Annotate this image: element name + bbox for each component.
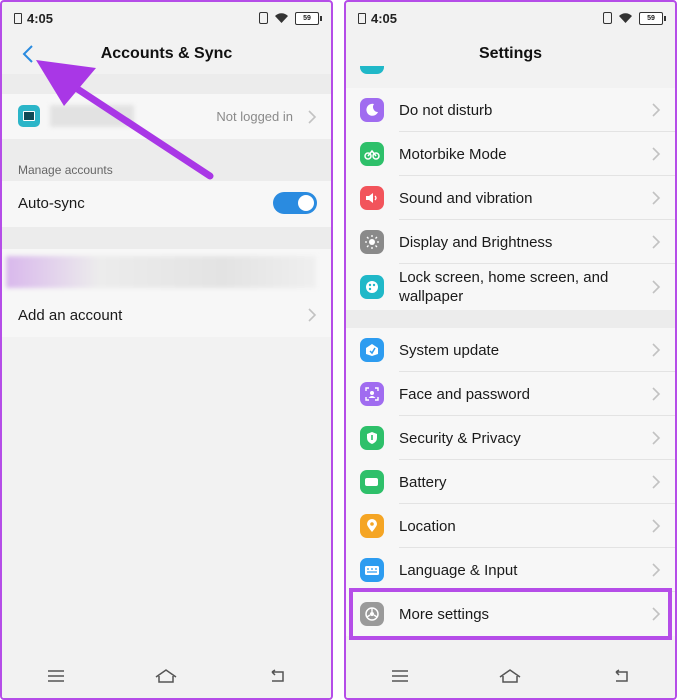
- page-title: Settings: [478, 45, 543, 62]
- settings-item-moon[interactable]: Do not disturb: [346, 88, 675, 132]
- chevron-right-icon: [307, 308, 317, 322]
- settings-item-face-id[interactable]: Face and password: [346, 372, 675, 416]
- partial-list-item: [346, 66, 675, 86]
- chevron-right-icon: [651, 563, 661, 577]
- navigation-bar: [346, 654, 675, 698]
- chevron-right-icon: [651, 280, 661, 294]
- settings-item-keyboard[interactable]: Language & Input: [346, 548, 675, 592]
- palette-icon: [360, 275, 384, 299]
- chevron-right-icon: [651, 191, 661, 205]
- sim-icon: [358, 12, 366, 24]
- chevron-right-icon: [651, 103, 661, 117]
- settings-item-speaker[interactable]: Sound and vibration: [346, 176, 675, 220]
- page-title: Accounts & Sync: [100, 45, 233, 62]
- speaker-icon: [360, 186, 384, 210]
- back-nav-icon[interactable]: [612, 669, 630, 683]
- auto-sync-label: Auto-sync: [18, 195, 85, 212]
- chevron-right-icon: [307, 110, 317, 124]
- keyboard-icon: [360, 558, 384, 582]
- account-status: Not logged in: [216, 109, 293, 124]
- add-account-label: Add an account: [18, 307, 123, 324]
- battery-icon: 59: [639, 11, 666, 25]
- home-icon[interactable]: [154, 668, 178, 684]
- status-time: 4:05: [371, 10, 398, 26]
- home-icon[interactable]: [498, 668, 522, 684]
- status-bar: 4:05 59: [2, 2, 331, 34]
- settings-item-battery[interactable]: Battery: [346, 460, 675, 504]
- navigation-bar: [2, 654, 331, 698]
- settings-item-brightness[interactable]: Display and Brightness: [346, 220, 675, 264]
- back-nav-icon[interactable]: [268, 669, 286, 683]
- chevron-right-icon: [651, 235, 661, 249]
- chevron-right-icon: [651, 387, 661, 401]
- settings-item-label: Security & Privacy: [399, 430, 521, 447]
- moon-icon: [360, 98, 384, 122]
- status-time: 4:05: [27, 10, 54, 26]
- settings-item-label: Do not disturb: [399, 102, 493, 119]
- more-settings-highlight: [349, 588, 672, 640]
- vibrate-icon: [603, 12, 612, 24]
- settings-item-label: Motorbike Mode: [399, 146, 507, 163]
- settings-item-label: Face and password: [399, 386, 530, 403]
- section-gap: [346, 310, 675, 328]
- wifi-icon: [618, 12, 633, 24]
- chevron-right-icon: [651, 431, 661, 445]
- settings-item-label: System update: [399, 342, 500, 359]
- settings-item-label: Battery: [399, 474, 447, 491]
- settings-item-palette[interactable]: Lock screen, home screen, and wallpaper: [346, 264, 675, 310]
- redacted-account-entry: [6, 256, 316, 288]
- section-gap: [2, 74, 331, 94]
- settings-item-location-pin[interactable]: Location: [346, 504, 675, 548]
- settings-item-update[interactable]: System update: [346, 328, 675, 372]
- settings-item-label: Lock screen, home screen, and wallpaper: [399, 269, 609, 305]
- battery-icon: 59: [295, 11, 322, 25]
- settings-item-label: Location: [399, 518, 456, 535]
- update-icon: [360, 338, 384, 362]
- sim-icon: [14, 12, 22, 24]
- settings-item-label: Language & Input: [399, 562, 518, 579]
- manage-accounts-header: Manage accounts: [18, 163, 113, 177]
- settings-item-label: Sound and vibration: [399, 190, 533, 207]
- section-gap: [2, 227, 331, 249]
- redacted-account-name: [50, 105, 134, 127]
- shield-icon: [360, 426, 384, 450]
- wifi-icon: [274, 12, 289, 24]
- auto-sync-toggle[interactable]: [273, 192, 317, 214]
- vibrate-icon: [259, 12, 268, 24]
- chevron-right-icon: [651, 147, 661, 161]
- chevron-right-icon: [651, 519, 661, 533]
- face-id-icon: [360, 382, 384, 406]
- battery-icon: [360, 470, 384, 494]
- location-pin-icon: [360, 514, 384, 538]
- settings-item-label: Display and Brightness: [399, 234, 553, 251]
- chevron-right-icon: [651, 475, 661, 489]
- page-title-bar: Accounts & Sync: [2, 34, 331, 74]
- back-button[interactable]: [14, 40, 42, 68]
- chevron-right-icon: [651, 343, 661, 357]
- brightness-icon: [360, 230, 384, 254]
- menu-icon[interactable]: [391, 669, 409, 683]
- accounts-sync-screen: 4:05 59 Accounts & Sync Not logged in Ma…: [0, 0, 333, 700]
- menu-icon[interactable]: [47, 669, 65, 683]
- status-bar: 4:05 59: [346, 2, 675, 34]
- settings-screen: 4:05 59 Settings Do not disturb Motorbike…: [344, 0, 677, 700]
- settings-item-shield[interactable]: Security & Privacy: [346, 416, 675, 460]
- settings-item-motorbike[interactable]: Motorbike Mode: [346, 132, 675, 176]
- account-icon: [18, 105, 40, 127]
- motorbike-icon: [360, 142, 384, 166]
